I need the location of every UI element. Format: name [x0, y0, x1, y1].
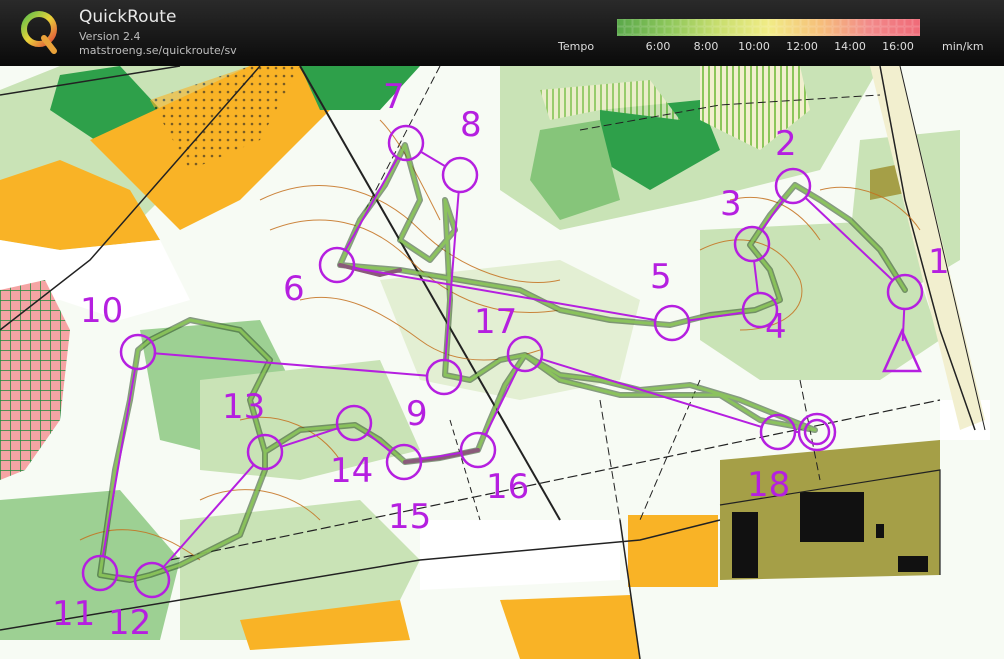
control-number-7: 7 [383, 77, 405, 117]
tempo-tick-8: 8:00 [693, 40, 719, 53]
tempo-tick-10: 10:00 [738, 40, 770, 53]
tempo-tick-14: 14:00 [834, 40, 866, 53]
tempo-unit: min/km [942, 40, 984, 53]
control-number-13: 13 [222, 387, 265, 427]
control-number-9: 9 [406, 394, 428, 434]
app-header: QuickRoute Version 2.4 matstroeng.se/qui… [0, 0, 1004, 67]
tempo-tick-6: 6:00 [645, 40, 671, 53]
tempo-tick-16: 16:00 [882, 40, 914, 53]
control-number-15: 15 [388, 497, 431, 537]
control-number-3: 3 [720, 184, 742, 224]
tempo-tick-12: 12:00 [786, 40, 818, 53]
control-number-2: 2 [775, 124, 797, 164]
tempo-gradient [617, 19, 920, 36]
control-number-17: 17 [474, 302, 517, 342]
control-number-8: 8 [460, 105, 482, 145]
tempo-label: Tempo [558, 40, 595, 53]
app-title: QuickRoute [79, 7, 177, 27]
tempo-color-scale [617, 19, 920, 36]
control-number-5: 5 [650, 257, 672, 297]
quickroute-logo-icon [21, 11, 57, 54]
control-number-10: 10 [80, 291, 123, 331]
app-version: Version 2.4 [79, 30, 141, 43]
control-number-1: 1 [928, 242, 950, 282]
control-number-12: 12 [108, 603, 151, 643]
control-number-11: 11 [52, 594, 95, 634]
control-number-6: 6 [283, 269, 305, 309]
orienteering-map[interactable]: 1 2 3 4 5 6 7 8 9 10 11 12 13 14 15 16 17 18 [0, 66, 1004, 659]
map-canvas[interactable]: 1234567891011 12131415161718 [0, 66, 1004, 659]
control-number-16: 16 [486, 467, 529, 507]
control-number-4: 4 [765, 307, 787, 347]
control-number-14: 14 [330, 451, 373, 491]
app-url: matstroeng.se/quickroute/sv [79, 44, 237, 57]
control-number-18: 18 [747, 465, 790, 505]
